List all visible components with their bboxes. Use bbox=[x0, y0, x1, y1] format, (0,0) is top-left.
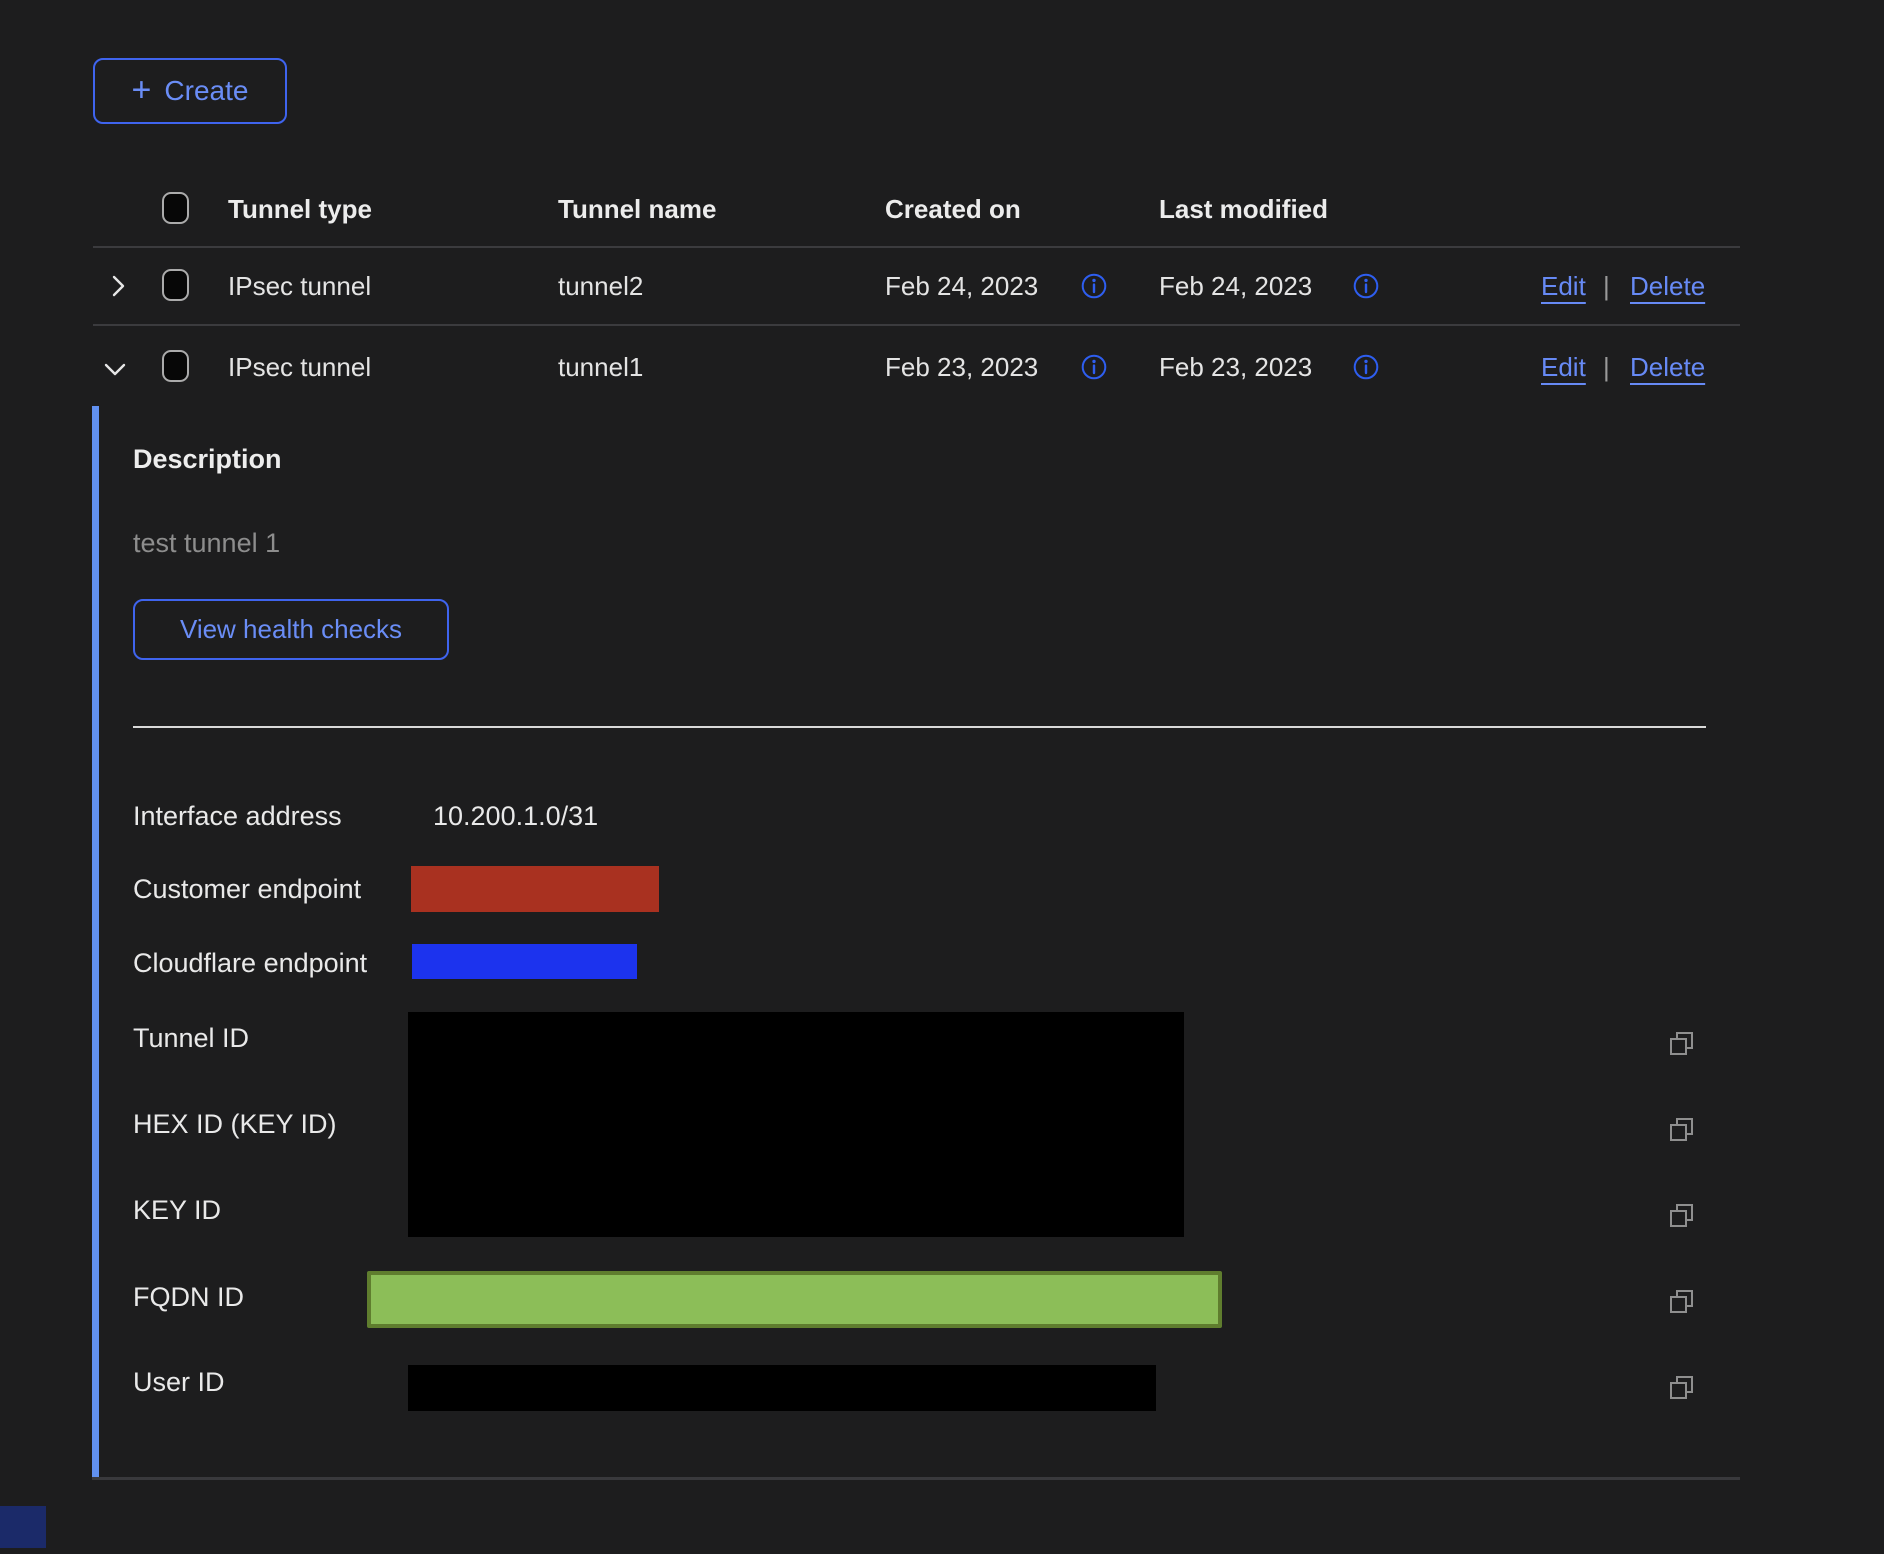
info-icon[interactable] bbox=[1080, 353, 1108, 381]
copy-icon[interactable] bbox=[1666, 1028, 1696, 1058]
header-divider bbox=[93, 246, 1740, 248]
action-separator: | bbox=[1603, 271, 1610, 302]
description-value: test tunnel 1 bbox=[133, 528, 280, 559]
row-checkbox[interactable] bbox=[162, 269, 189, 301]
last-modified-cell: Feb 24, 2023 bbox=[1159, 271, 1312, 302]
column-header-created-on: Created on bbox=[885, 194, 1021, 225]
copy-icon[interactable] bbox=[1666, 1200, 1696, 1230]
info-icon[interactable] bbox=[1352, 353, 1380, 381]
fqdn-id-label: FQDN ID bbox=[133, 1282, 244, 1313]
action-separator: | bbox=[1603, 352, 1610, 383]
edit-link[interactable]: Edit bbox=[1541, 352, 1586, 383]
view-health-checks-button[interactable]: View health checks bbox=[133, 599, 449, 660]
delete-link[interactable]: Delete bbox=[1630, 352, 1705, 383]
section-divider bbox=[133, 726, 1706, 728]
tunnel-name-cell: tunnel1 bbox=[558, 352, 643, 383]
info-icon[interactable] bbox=[1080, 272, 1108, 300]
chat-widget-corner[interactable] bbox=[0, 1506, 46, 1548]
tunnel-type-cell: IPsec tunnel bbox=[228, 271, 371, 302]
table-bottom-divider bbox=[92, 1477, 1740, 1480]
chevron-down-icon[interactable] bbox=[100, 354, 130, 384]
edit-link[interactable]: Edit bbox=[1541, 271, 1586, 302]
description-label: Description bbox=[133, 444, 282, 475]
customer-endpoint-label: Customer endpoint bbox=[133, 874, 361, 905]
row-checkbox[interactable] bbox=[162, 350, 189, 382]
user-id-label: User ID bbox=[133, 1367, 225, 1398]
copy-icon[interactable] bbox=[1666, 1372, 1696, 1402]
user-id-redacted-value bbox=[408, 1365, 1156, 1411]
created-on-cell: Feb 24, 2023 bbox=[885, 271, 1038, 302]
tunnel-type-cell: IPsec tunnel bbox=[228, 352, 371, 383]
ids-redacted-value bbox=[408, 1012, 1184, 1237]
create-button[interactable]: + Create bbox=[93, 58, 287, 124]
hex-id-label: HEX ID (KEY ID) bbox=[133, 1109, 337, 1140]
create-button-label: Create bbox=[164, 75, 248, 107]
column-header-last-modified: Last modified bbox=[1159, 194, 1328, 225]
column-header-tunnel-type: Tunnel type bbox=[228, 194, 372, 225]
created-on-cell: Feb 23, 2023 bbox=[885, 352, 1038, 383]
tunnels-page: + Create Tunnel type Tunnel name Created… bbox=[0, 0, 1884, 1554]
key-id-label: KEY ID bbox=[133, 1195, 221, 1226]
copy-icon[interactable] bbox=[1666, 1114, 1696, 1144]
delete-link[interactable]: Delete bbox=[1630, 271, 1705, 302]
last-modified-cell: Feb 23, 2023 bbox=[1159, 352, 1312, 383]
customer-endpoint-redacted-value bbox=[411, 866, 659, 912]
interface-address-value: 10.200.1.0/31 bbox=[433, 801, 598, 832]
select-all-checkbox[interactable] bbox=[162, 192, 189, 224]
chevron-right-icon[interactable] bbox=[103, 271, 133, 301]
cloudflare-endpoint-redacted-value bbox=[412, 944, 637, 979]
row-divider bbox=[93, 324, 1740, 326]
column-header-tunnel-name: Tunnel name bbox=[558, 194, 716, 225]
info-icon[interactable] bbox=[1352, 272, 1380, 300]
plus-icon: + bbox=[132, 73, 152, 107]
tunnel-id-label: Tunnel ID bbox=[133, 1023, 249, 1054]
copy-icon[interactable] bbox=[1666, 1286, 1696, 1316]
cloudflare-endpoint-label: Cloudflare endpoint bbox=[133, 948, 367, 979]
tunnel-name-cell: tunnel2 bbox=[558, 271, 643, 302]
interface-address-label: Interface address bbox=[133, 801, 342, 832]
fqdn-id-redacted-value bbox=[367, 1271, 1222, 1328]
expanded-row-indicator-bar bbox=[92, 406, 99, 1479]
